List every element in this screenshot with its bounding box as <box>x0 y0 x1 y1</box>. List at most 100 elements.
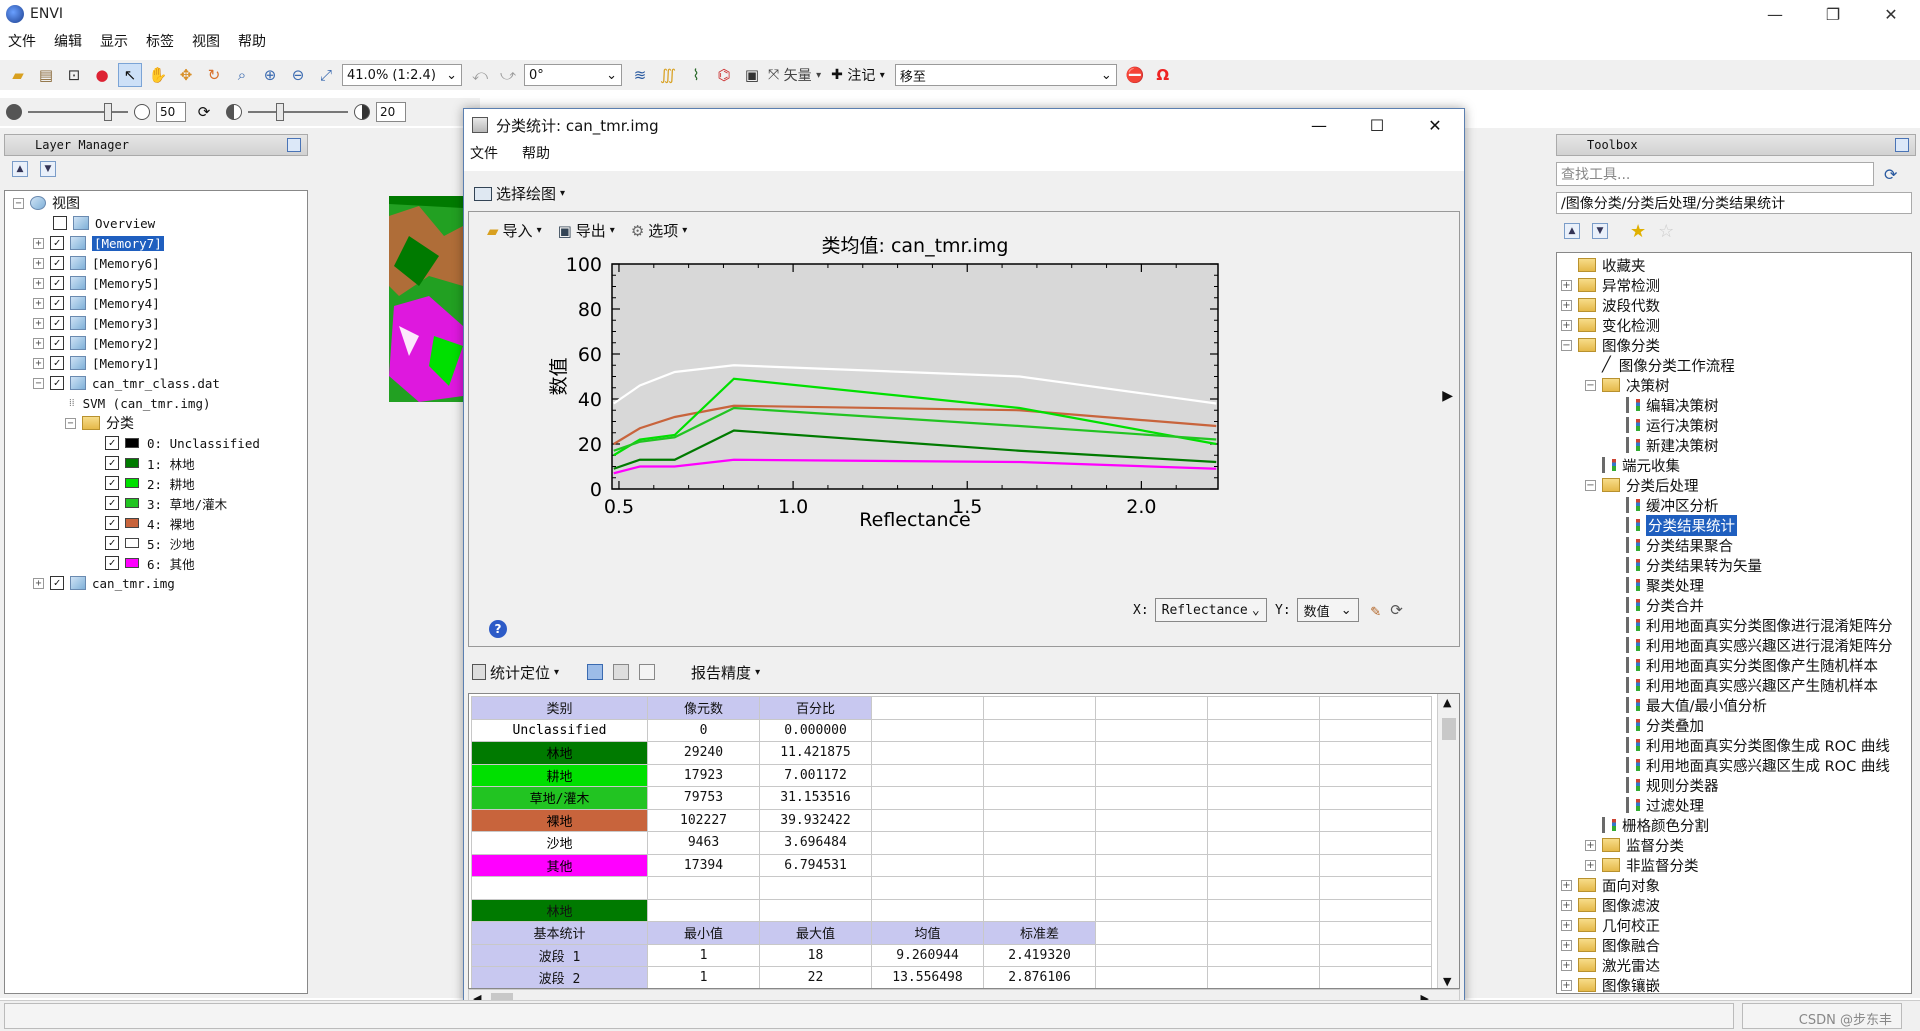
class-mean-chart[interactable]: 类均值: can_tmr.img Reflectance 数值 0 20 40 60 80 10… <box>469 212 1461 648</box>
class-item[interactable]: ✓ 2: 耕地 <box>105 473 195 493</box>
class-checkbox[interactable]: ✓ <box>105 476 119 490</box>
expand-icon[interactable]: + <box>33 337 44 349</box>
class-item[interactable]: ✓ 0: Unclassified <box>105 433 260 453</box>
report-precision-dropdown[interactable]: 报告精度 ▾ <box>691 662 760 683</box>
class-item[interactable]: ✓ 6: 其他 <box>105 553 195 573</box>
contrast-knob[interactable] <box>276 103 284 121</box>
layer-item[interactable]: + ✓ [Memory7] <box>33 233 164 253</box>
expand-icon[interactable]: + <box>33 357 44 369</box>
brightness-input[interactable]: 50 <box>156 102 186 122</box>
spectral-icon[interactable]: ≋ <box>628 63 652 87</box>
close-button[interactable]: ✕ <box>1862 0 1920 28</box>
contrast-input[interactable]: 20 <box>376 102 406 122</box>
zoom-icon[interactable]: ⌕ <box>230 63 254 87</box>
layer-checkbox[interactable]: ✓ <box>50 256 64 270</box>
expand-icon[interactable]: + <box>1585 859 1596 871</box>
toolbox-tree-item[interactable]: + 图像融合 <box>1561 935 1660 955</box>
toolbox-tree-item[interactable]: − 图像分类 <box>1561 335 1660 355</box>
toolbox-tree-item[interactable]: 缓冲区分析 <box>1609 495 1719 515</box>
collapse-icon[interactable]: − <box>1585 379 1596 391</box>
menu-edit[interactable]: 编辑 <box>54 31 82 51</box>
layer-item[interactable]: + ✓ [Memory1] <box>33 353 160 373</box>
class-item[interactable]: ✓ 3: 草地/灌木 <box>105 493 227 513</box>
toolbox-tree-item[interactable]: 规则分类器 <box>1609 775 1719 795</box>
vector-dropdown[interactable]: ⤧ 矢量 ▾ <box>768 65 821 85</box>
expand-all-icon[interactable]: ▼ <box>1592 223 1608 239</box>
dialog-minimize-button[interactable]: — <box>1290 109 1348 141</box>
toolbox-tree-item[interactable]: 新建决策树 <box>1609 435 1719 455</box>
collapse-icon[interactable]: − <box>33 377 44 389</box>
expand-all-icon[interactable]: ▼ <box>40 161 56 177</box>
toolbox-tree-item[interactable]: + 面向对象 <box>1561 875 1660 895</box>
rotate-right-icon[interactable]: ⤻ <box>496 63 520 87</box>
layer-item[interactable]: + ✓ [Memory3] <box>33 313 160 333</box>
expand-icon[interactable]: + <box>1561 299 1572 311</box>
toolbox-tree-item[interactable]: + 几何校正 <box>1561 915 1660 935</box>
dialog-menu-file[interactable]: 文件 <box>470 143 498 163</box>
toolbox-tree-item[interactable]: 分类结果统计 <box>1609 514 1737 536</box>
toolbox-tree-item[interactable]: + 异常检测 <box>1561 275 1660 295</box>
stats-locate-dropdown[interactable]: 统计定位 ▾ <box>472 662 559 683</box>
toolbox-tree-item[interactable]: 分类合并 <box>1609 595 1704 615</box>
layer-checkbox[interactable]: ✓ <box>50 376 64 390</box>
layer-item[interactable]: + ✓ can_tmr.img <box>33 573 175 593</box>
class-checkbox[interactable]: ✓ <box>105 516 119 530</box>
layer-checkbox[interactable]: ✓ <box>50 576 64 590</box>
profile-icon[interactable]: ∭ <box>656 63 680 87</box>
layer-checkbox[interactable]: ✓ <box>50 316 64 330</box>
class-item[interactable]: ✓ 5: 沙地 <box>105 533 195 553</box>
expand-icon[interactable]: + <box>1585 839 1596 851</box>
expand-icon[interactable]: + <box>1561 919 1572 931</box>
scroll-down-icon[interactable]: ▼ <box>1443 975 1451 988</box>
layer-item[interactable]: − ✓ can_tmr_class.dat <box>33 373 220 393</box>
zoom-out-icon[interactable]: ⊖ <box>286 63 310 87</box>
class-item[interactable]: ✓ 1: 林地 <box>105 453 195 473</box>
toolbox-tree-item[interactable]: 分类结果聚合 <box>1609 535 1733 555</box>
expand-icon[interactable]: + <box>33 237 44 249</box>
pin-icon[interactable] <box>1895 138 1909 152</box>
class-checkbox[interactable]: ✓ <box>105 456 119 470</box>
collapse-icon[interactable]: − <box>1585 479 1596 491</box>
layer-checkbox[interactable]: ✓ <box>50 336 64 350</box>
layer-item[interactable]: Overview <box>53 213 155 233</box>
toolbox-tree-item[interactable]: 利用地面真实感兴趣区产生随机样本 <box>1609 675 1878 695</box>
expand-icon[interactable]: + <box>33 297 44 309</box>
expand-icon[interactable]: + <box>1561 959 1572 971</box>
layer-checkbox[interactable]: ✓ <box>50 276 64 290</box>
x-axis-combo[interactable]: Reflectance ⌄ <box>1154 598 1267 622</box>
layer-item[interactable]: + ✓ [Memory2] <box>33 333 160 353</box>
toolbox-tree-item[interactable]: 过滤处理 <box>1609 795 1704 815</box>
toolbox-tree-item[interactable]: 栅格颜色分割 <box>1585 815 1709 835</box>
move-icon[interactable]: ✥ <box>174 63 198 87</box>
classified-image-thumbnail[interactable] <box>389 196 463 402</box>
layer-checkbox[interactable] <box>53 216 67 230</box>
toolbox-tree-item[interactable]: ╱ 图像分类工作流程 <box>1585 355 1735 375</box>
expand-icon[interactable]: + <box>1561 319 1572 331</box>
tree-root-view[interactable]: − 视图 <box>13 193 80 213</box>
brightness-knob[interactable] <box>104 103 112 121</box>
toolbox-tree-item[interactable]: 端元收集 <box>1585 455 1680 475</box>
toolbox-tree-item[interactable]: 聚类处理 <box>1609 575 1704 595</box>
refresh-icon[interactable]: ⟳ <box>192 100 216 124</box>
collapse-icon[interactable]: − <box>65 417 76 429</box>
menu-help[interactable]: 帮助 <box>238 31 266 51</box>
collapse-all-icon[interactable]: ▲ <box>1564 223 1580 239</box>
pin-icon[interactable]: ● <box>90 63 114 87</box>
svm-source-item[interactable]: ⁞⁞ SVM (can_tmr.img) <box>69 393 211 413</box>
expand-icon[interactable]: + <box>33 277 44 289</box>
expand-icon[interactable]: + <box>33 577 44 589</box>
goto-combo[interactable]: 移至 ⌄ <box>894 64 1117 86</box>
scroll-thumb[interactable] <box>1442 718 1456 740</box>
toolbox-tree-item[interactable]: + 激光雷达 <box>1561 955 1660 975</box>
stop-icon[interactable]: ⛔ <box>1123 63 1147 87</box>
expand-icon[interactable]: + <box>1561 899 1572 911</box>
toolbox-tree-item[interactable]: 利用地面真实分类图像生成 ROC 曲线 <box>1609 735 1890 755</box>
toolbox-tree-item[interactable]: − 决策树 <box>1585 375 1670 395</box>
brush-icon[interactable]: ✎ <box>1371 601 1381 620</box>
rotate-left-icon[interactable]: ⤺ <box>468 63 492 87</box>
toolbox-tree-item[interactable]: 分类叠加 <box>1609 715 1704 735</box>
refresh-icon[interactable]: ⟳ <box>1884 165 1897 184</box>
minimize-button[interactable]: — <box>1746 0 1804 28</box>
toolbox-tree-item[interactable]: + 非监督分类 <box>1585 855 1699 875</box>
expand-right-icon[interactable]: ▶ <box>1442 388 1453 404</box>
